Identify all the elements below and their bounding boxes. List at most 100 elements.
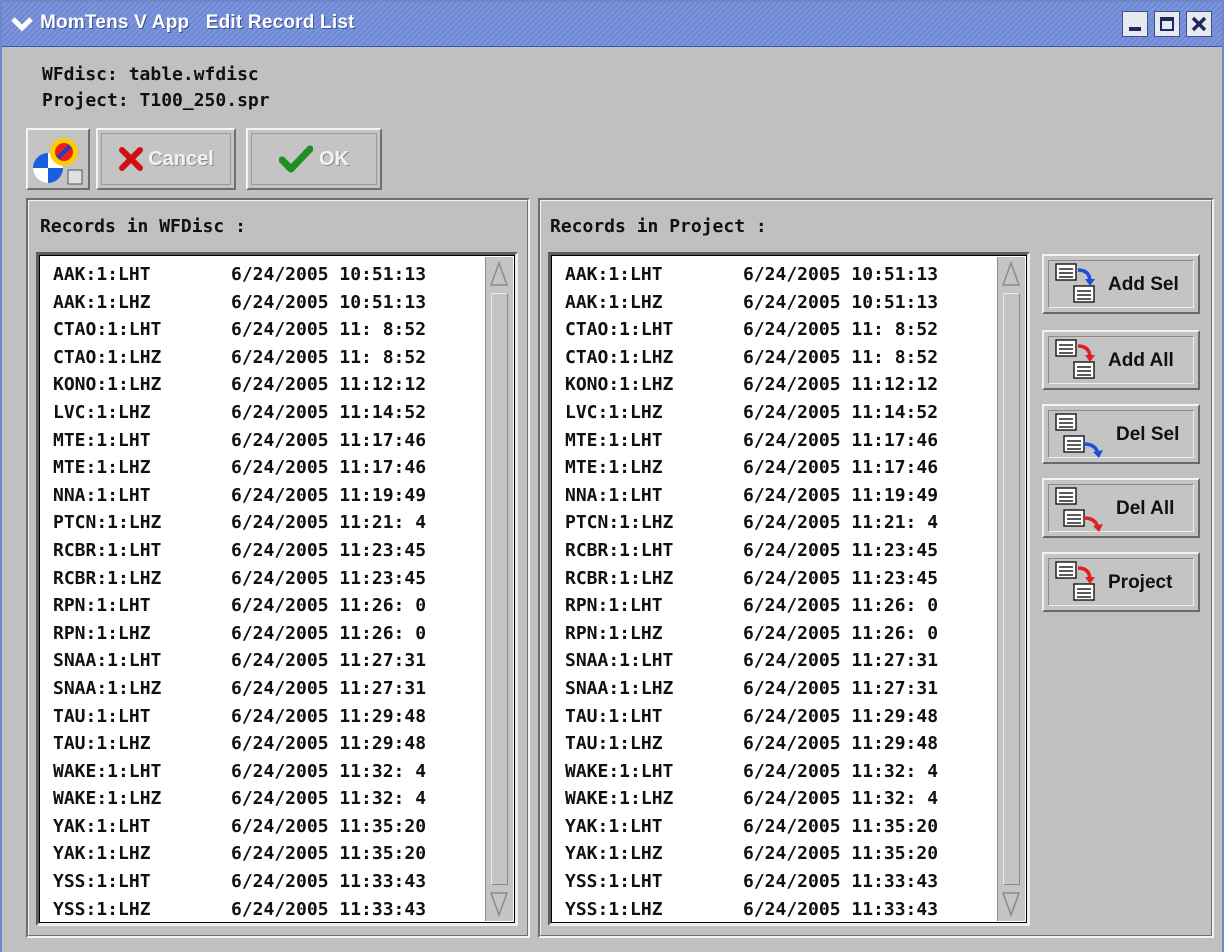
del-all-button[interactable]: Del All [1042, 478, 1200, 538]
list-item[interactable]: CTAO:1:LHT 6/24/2005 11: 8:52 [565, 316, 997, 344]
window-title: MomTens V App Edit Record List [40, 12, 355, 33]
add-all-button[interactable]: Add All [1042, 330, 1200, 390]
list-item[interactable]: RCBR:1:LHZ 6/24/2005 11:23:45 [565, 565, 997, 593]
ok-label: OK [319, 147, 349, 170]
record-station: RCBR:1:LHT [565, 539, 674, 561]
project-record-list[interactable]: AAK:1:LHT 6/24/2005 10:51:13 AAK:1:LHZ 6/24… [548, 252, 1030, 926]
record-station: TAU:1:LHZ [53, 733, 151, 755]
add-sel-button[interactable]: Add Sel [1042, 254, 1200, 314]
minimize-icon [1129, 27, 1141, 31]
list-item[interactable]: NNA:1:LHT 6/24/2005 11:19:49 [565, 482, 997, 510]
record-datetime: 6/24/2005 11:26: 0 [231, 595, 427, 617]
list-item[interactable]: LVC:1:LHZ 6/24/2005 11:14:52 [565, 399, 997, 427]
record-station: YAK:1:LHT [53, 815, 151, 837]
list-item[interactable]: SNAA:1:LHT 6/24/2005 11:27:31 [565, 647, 997, 675]
project-label: Project [1108, 572, 1173, 593]
list-item[interactable]: MTE:1:LHZ 6/24/2005 11:17:46 [565, 454, 997, 482]
record-station: YAK:1:LHT [565, 815, 663, 837]
wfdisc-scrollbar[interactable] [485, 257, 513, 921]
record-datetime: 6/24/2005 11:33:43 [743, 871, 939, 893]
list-item[interactable]: AAK:1:LHT 6/24/2005 10:51:13 [565, 261, 997, 289]
record-datetime: 6/24/2005 11:32: 4 [743, 760, 939, 782]
list-item[interactable]: SNAA:1:LHT 6/24/2005 11:27:31 [53, 647, 485, 675]
list-item[interactable]: RPN:1:LHT 6/24/2005 11:26: 0 [565, 592, 997, 620]
project-info: Project: T100_250.spr [42, 90, 270, 111]
list-item[interactable]: AAK:1:LHZ 6/24/2005 10:51:13 [53, 289, 485, 317]
title-bar[interactable]: MomTens V App Edit Record List [2, 2, 1222, 47]
ok-button[interactable]: OK [246, 128, 382, 190]
list-item[interactable]: KONO:1:LHZ 6/24/2005 11:12:12 [565, 371, 997, 399]
list-item[interactable]: YSS:1:LHZ 6/24/2005 11:33:43 [53, 896, 485, 923]
scroll-down-arrow-icon[interactable] [489, 891, 509, 917]
list-item[interactable]: WAKE:1:LHZ 6/24/2005 11:32: 4 [53, 785, 485, 813]
list-item[interactable]: RPN:1:LHZ 6/24/2005 11:26: 0 [53, 620, 485, 648]
minimize-button[interactable] [1122, 11, 1148, 37]
list-item[interactable]: YAK:1:LHT 6/24/2005 11:35:20 [565, 813, 997, 841]
record-station: KONO:1:LHZ [53, 374, 162, 396]
list-item[interactable]: CTAO:1:LHZ 6/24/2005 11: 8:52 [53, 344, 485, 372]
list-item[interactable]: YSS:1:LHT 6/24/2005 11:33:43 [565, 868, 997, 896]
list-item[interactable]: AAK:1:LHT 6/24/2005 10:51:13 [53, 261, 485, 289]
list-item[interactable]: TAU:1:LHZ 6/24/2005 11:29:48 [53, 730, 485, 758]
list-item[interactable]: TAU:1:LHT 6/24/2005 11:29:48 [53, 703, 485, 731]
list-item[interactable]: PTCN:1:LHZ 6/24/2005 11:21: 4 [53, 509, 485, 537]
list-item[interactable]: YAK:1:LHZ 6/24/2005 11:35:20 [565, 840, 997, 868]
record-station: SNAA:1:LHZ [565, 677, 674, 699]
list-item[interactable]: MTE:1:LHZ 6/24/2005 11:17:46 [53, 454, 485, 482]
list-item[interactable]: TAU:1:LHT 6/24/2005 11:29:48 [565, 703, 997, 731]
list-item[interactable]: TAU:1:LHZ 6/24/2005 11:29:48 [565, 730, 997, 758]
list-item[interactable]: KONO:1:LHZ 6/24/2005 11:12:12 [53, 371, 485, 399]
list-item[interactable]: WAKE:1:LHZ 6/24/2005 11:32: 4 [565, 785, 997, 813]
record-station: RPN:1:LHZ [565, 622, 663, 644]
list-item[interactable]: RCBR:1:LHZ 6/24/2005 11:23:45 [53, 565, 485, 593]
wfdisc-scroll-track[interactable] [491, 293, 508, 885]
list-item[interactable]: YSS:1:LHZ 6/24/2005 11:33:43 [565, 896, 997, 923]
project-scrollbar[interactable] [997, 257, 1025, 921]
window-menu-chevron-icon[interactable] [10, 12, 34, 36]
list-item[interactable]: MTE:1:LHT 6/24/2005 11:17:46 [565, 427, 997, 455]
record-station: YSS:1:LHZ [53, 898, 151, 920]
list-item[interactable]: WAKE:1:LHT 6/24/2005 11:32: 4 [565, 758, 997, 786]
list-item[interactable]: WAKE:1:LHT 6/24/2005 11:32: 4 [53, 758, 485, 786]
close-button[interactable] [1186, 11, 1212, 37]
record-datetime: 6/24/2005 11:27:31 [231, 650, 427, 672]
list-item[interactable]: YAK:1:LHZ 6/24/2005 11:35:20 [53, 840, 485, 868]
list-item[interactable]: RPN:1:LHT 6/24/2005 11:26: 0 [53, 592, 485, 620]
del-sel-button[interactable]: Del Sel [1042, 404, 1200, 464]
record-datetime: 6/24/2005 11:19:49 [231, 484, 427, 506]
list-item[interactable]: LVC:1:LHZ 6/24/2005 11:14:52 [53, 399, 485, 427]
list-item[interactable]: RPN:1:LHZ 6/24/2005 11:26: 0 [565, 620, 997, 648]
cancel-button[interactable]: Cancel [96, 128, 236, 190]
add-all-label: Add All [1108, 350, 1174, 371]
wfdisc-record-list[interactable]: AAK:1:LHT 6/24/2005 10:51:13 AAK:1:LHZ 6/24… [36, 252, 518, 926]
record-datetime: 6/24/2005 11:26: 0 [743, 595, 939, 617]
window-bottom-edge [2, 940, 1222, 952]
record-datetime: 6/24/2005 10:51:13 [743, 291, 939, 313]
del-sel-icon [1055, 413, 1103, 458]
list-item[interactable]: YSS:1:LHT 6/24/2005 11:33:43 [53, 868, 485, 896]
list-item[interactable]: YAK:1:LHT 6/24/2005 11:35:20 [53, 813, 485, 841]
record-station: WAKE:1:LHT [53, 760, 162, 782]
cancel-x-icon [119, 147, 144, 171]
list-item[interactable]: MTE:1:LHT 6/24/2005 11:17:46 [53, 427, 485, 455]
scroll-up-arrow-icon[interactable] [489, 261, 509, 287]
project-scroll-track[interactable] [1003, 293, 1020, 885]
record-datetime: 6/24/2005 11:21: 4 [743, 512, 939, 534]
add-all-icon [1055, 339, 1095, 379]
scroll-down-arrow-icon[interactable] [1001, 891, 1021, 917]
list-item[interactable]: NNA:1:LHT 6/24/2005 11:19:49 [53, 482, 485, 510]
list-item[interactable]: AAK:1:LHZ 6/24/2005 10:51:13 [565, 289, 997, 317]
list-item[interactable]: RCBR:1:LHT 6/24/2005 11:23:45 [565, 537, 997, 565]
list-item[interactable]: CTAO:1:LHZ 6/24/2005 11: 8:52 [565, 344, 997, 372]
project-logo-button[interactable] [26, 128, 90, 190]
list-item[interactable]: CTAO:1:LHT 6/24/2005 11: 8:52 [53, 316, 485, 344]
project-button[interactable]: Project [1042, 552, 1200, 612]
list-item[interactable]: SNAA:1:LHZ 6/24/2005 11:27:31 [565, 675, 997, 703]
record-station: CTAO:1:LHT [53, 319, 162, 341]
record-datetime: 6/24/2005 11:27:31 [743, 677, 939, 699]
scroll-up-arrow-icon[interactable] [1001, 261, 1021, 287]
list-item[interactable]: PTCN:1:LHZ 6/24/2005 11:21: 4 [565, 509, 997, 537]
list-item[interactable]: RCBR:1:LHT 6/24/2005 11:23:45 [53, 537, 485, 565]
list-item[interactable]: SNAA:1:LHZ 6/24/2005 11:27:31 [53, 675, 485, 703]
maximize-button[interactable] [1154, 11, 1180, 37]
